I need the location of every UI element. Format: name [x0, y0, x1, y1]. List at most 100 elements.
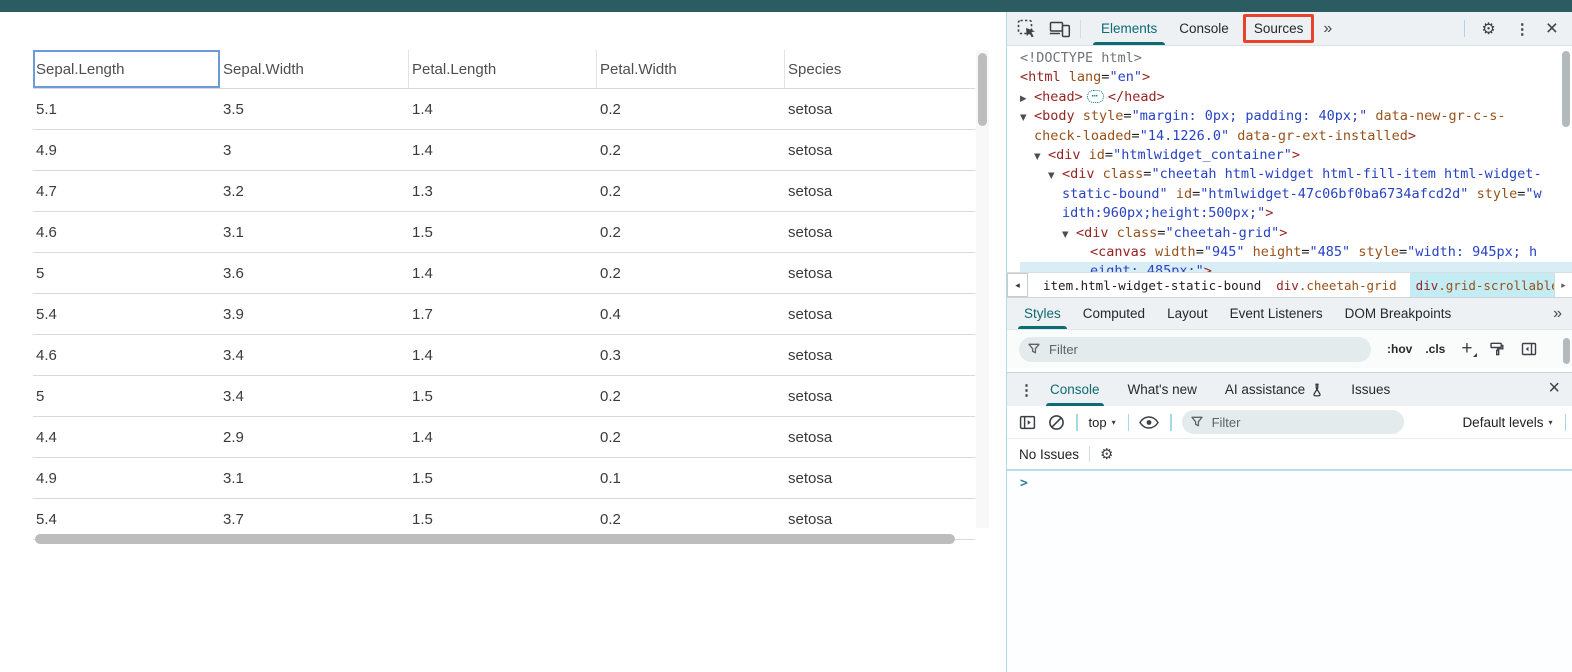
styles-filter-pill[interactable]: [1019, 337, 1371, 362]
styles-tab-dom-breakpoints[interactable]: DOM Breakpoints: [1334, 298, 1463, 329]
grid-cell[interactable]: 1.4: [409, 253, 597, 293]
grid-cell[interactable]: 3.1: [220, 212, 409, 252]
issues-status[interactable]: No Issues: [1019, 447, 1079, 462]
clear-console-icon[interactable]: [1048, 414, 1065, 431]
console-settings-gear-icon[interactable]: ⚙: [1100, 445, 1113, 463]
grid-cell[interactable]: 1.4: [409, 130, 597, 170]
dom-tree-line[interactable]: ▶<head>⋯</head>: [1020, 88, 1572, 107]
drawer-menu-icon[interactable]: ⋮: [1019, 381, 1034, 399]
grid-cell[interactable]: 5: [33, 253, 220, 293]
grid-cell[interactable]: 1.7: [409, 294, 597, 334]
grid-cell[interactable]: 4.7: [33, 171, 220, 211]
grid-cell[interactable]: setosa: [785, 171, 975, 211]
console-prompt-area[interactable]: >: [1007, 469, 1572, 672]
grid-cell[interactable]: 0.2: [597, 376, 785, 416]
device-toolbar-icon[interactable]: [1049, 20, 1071, 38]
collapsed-content-icon[interactable]: ⋯: [1087, 90, 1104, 103]
paint-roller-icon[interactable]: [1489, 341, 1505, 357]
console-tab-ai-assistance[interactable]: AI assistance: [1225, 373, 1323, 406]
settings-gear-icon[interactable]: ⚙: [1481, 19, 1495, 39]
console-filter-pill[interactable]: [1182, 410, 1404, 434]
new-style-rule-icon[interactable]: +: [1461, 342, 1472, 356]
expand-arrow-icon[interactable]: ▼: [1048, 167, 1062, 186]
grid-cell[interactable]: 1.5: [409, 212, 597, 252]
grid-header-sepal-length[interactable]: Sepal.Length: [33, 50, 220, 88]
tab-console[interactable]: Console: [1168, 12, 1240, 45]
dom-tree-line[interactable]: <!DOCTYPE html>: [1020, 49, 1572, 68]
grid-cell[interactable]: 1.4: [409, 335, 597, 375]
grid-cell[interactable]: 0.2: [597, 253, 785, 293]
element-classes-toggle[interactable]: .cls: [1425, 342, 1445, 356]
grid-cell[interactable]: 1.5: [409, 376, 597, 416]
grid-cell[interactable]: 4.9: [33, 458, 220, 498]
expand-arrow-icon[interactable]: ▼: [1062, 226, 1076, 245]
grid-cell[interactable]: 0.2: [597, 130, 785, 170]
styles-filter-input[interactable]: [1047, 341, 1362, 358]
grid-cell[interactable]: 4.4: [33, 417, 220, 457]
elements-tree-scrollbar-thumb[interactable]: [1562, 51, 1570, 127]
styles-scrollbar-thumb[interactable]: [1563, 338, 1570, 364]
toggle-sidebar-icon[interactable]: [1521, 341, 1537, 357]
context-selector[interactable]: top ▾: [1089, 415, 1116, 430]
grid-cell[interactable]: setosa: [785, 458, 975, 498]
grid-cell[interactable]: 3.4: [220, 376, 409, 416]
kebab-menu-icon[interactable]: ⋮: [1515, 20, 1530, 38]
dom-tree-line[interactable]: check-loaded="14.1226.0" data-gr-ext-ins…: [1020, 127, 1572, 146]
grid-cell[interactable]: setosa: [785, 294, 975, 334]
grid-cell[interactable]: 5.1: [33, 89, 220, 129]
grid-header-petal-width[interactable]: Petal.Width: [597, 50, 785, 88]
console-tab-console[interactable]: Console: [1050, 373, 1100, 406]
styles-tab-event-listeners[interactable]: Event Listeners: [1219, 298, 1334, 329]
expand-arrow-icon[interactable]: ▼: [1020, 109, 1034, 128]
grid-cell[interactable]: setosa: [785, 335, 975, 375]
grid-cell[interactable]: 5: [33, 376, 220, 416]
grid-header-petal-length[interactable]: Petal.Length: [409, 50, 597, 88]
grid-cell[interactable]: setosa: [785, 417, 975, 457]
grid-header-sepal-width[interactable]: Sepal.Width: [220, 50, 409, 88]
live-expression-eye-icon[interactable]: [1139, 416, 1159, 429]
grid-cell[interactable]: 1.3: [409, 171, 597, 211]
grid-cell[interactable]: 3.6: [220, 253, 409, 293]
drawer-close-icon[interactable]: ×: [1548, 377, 1560, 400]
log-levels-selector[interactable]: Default levels ▾: [1462, 415, 1552, 430]
close-devtools-icon[interactable]: ×: [1546, 17, 1558, 41]
grid-cell[interactable]: 0.2: [597, 417, 785, 457]
dom-tree-line[interactable]: ▼<div class="cheetah html-widget html-fi…: [1020, 165, 1572, 184]
grid-cell[interactable]: setosa: [785, 89, 975, 129]
styles-tab-styles[interactable]: Styles: [1013, 298, 1072, 329]
grid-cell[interactable]: 5.4: [33, 294, 220, 334]
breadcrumb-item[interactable]: div.grid-scrollable: [1410, 273, 1554, 297]
grid-cell[interactable]: setosa: [785, 130, 975, 170]
dom-tree-line[interactable]: ▼<div class="cheetah-grid">: [1020, 224, 1572, 243]
styles-tab-computed[interactable]: Computed: [1072, 298, 1156, 329]
dom-tree-line[interactable]: eight: 485px;">: [1020, 262, 1572, 272]
grid-cell[interactable]: 0.2: [597, 212, 785, 252]
grid-cell[interactable]: 3.5: [220, 89, 409, 129]
grid-cell[interactable]: 2.9: [220, 417, 409, 457]
grid-cell[interactable]: 1.5: [409, 458, 597, 498]
grid-cell[interactable]: 3.1: [220, 458, 409, 498]
dom-tree-line[interactable]: ▼<div id="htmlwidget_container">: [1020, 146, 1572, 165]
grid-cell[interactable]: 0.1: [597, 458, 785, 498]
breadcrumb-forward-icon[interactable]: ▸: [1554, 273, 1572, 297]
grid-cell[interactable]: setosa: [785, 253, 975, 293]
breadcrumb-item[interactable]: div.cheetah-grid: [1276, 273, 1396, 297]
grid-horizontal-scrollbar-thumb[interactable]: [35, 534, 955, 544]
expand-arrow-icon[interactable]: ▼: [1034, 148, 1048, 167]
grid-vertical-scrollbar[interactable]: [976, 50, 989, 528]
grid-horizontal-scrollbar[interactable]: [33, 533, 975, 545]
breadcrumb-item[interactable]: item.html-widget-static-bound: [1043, 273, 1261, 297]
dom-tree-line[interactable]: <html lang="en">: [1020, 68, 1572, 87]
grid-cell[interactable]: 3: [220, 130, 409, 170]
grid-cell[interactable]: 3.4: [220, 335, 409, 375]
grid-cell[interactable]: 4.6: [33, 335, 220, 375]
dom-tree-line[interactable]: idth:960px;height:500px;">: [1020, 204, 1572, 223]
grid-cell[interactable]: 1.4: [409, 417, 597, 457]
tab-sources[interactable]: Sources: [1243, 14, 1315, 43]
grid-cell[interactable]: 0.2: [597, 89, 785, 129]
console-tab-issues[interactable]: Issues: [1351, 373, 1390, 406]
dom-tree-line[interactable]: <canvas width="945" height="485" style="…: [1020, 243, 1572, 262]
grid-cell[interactable]: 4.9: [33, 130, 220, 170]
console-tab-what-s-new[interactable]: What's new: [1128, 373, 1197, 406]
console-filter-input[interactable]: [1210, 414, 1395, 431]
